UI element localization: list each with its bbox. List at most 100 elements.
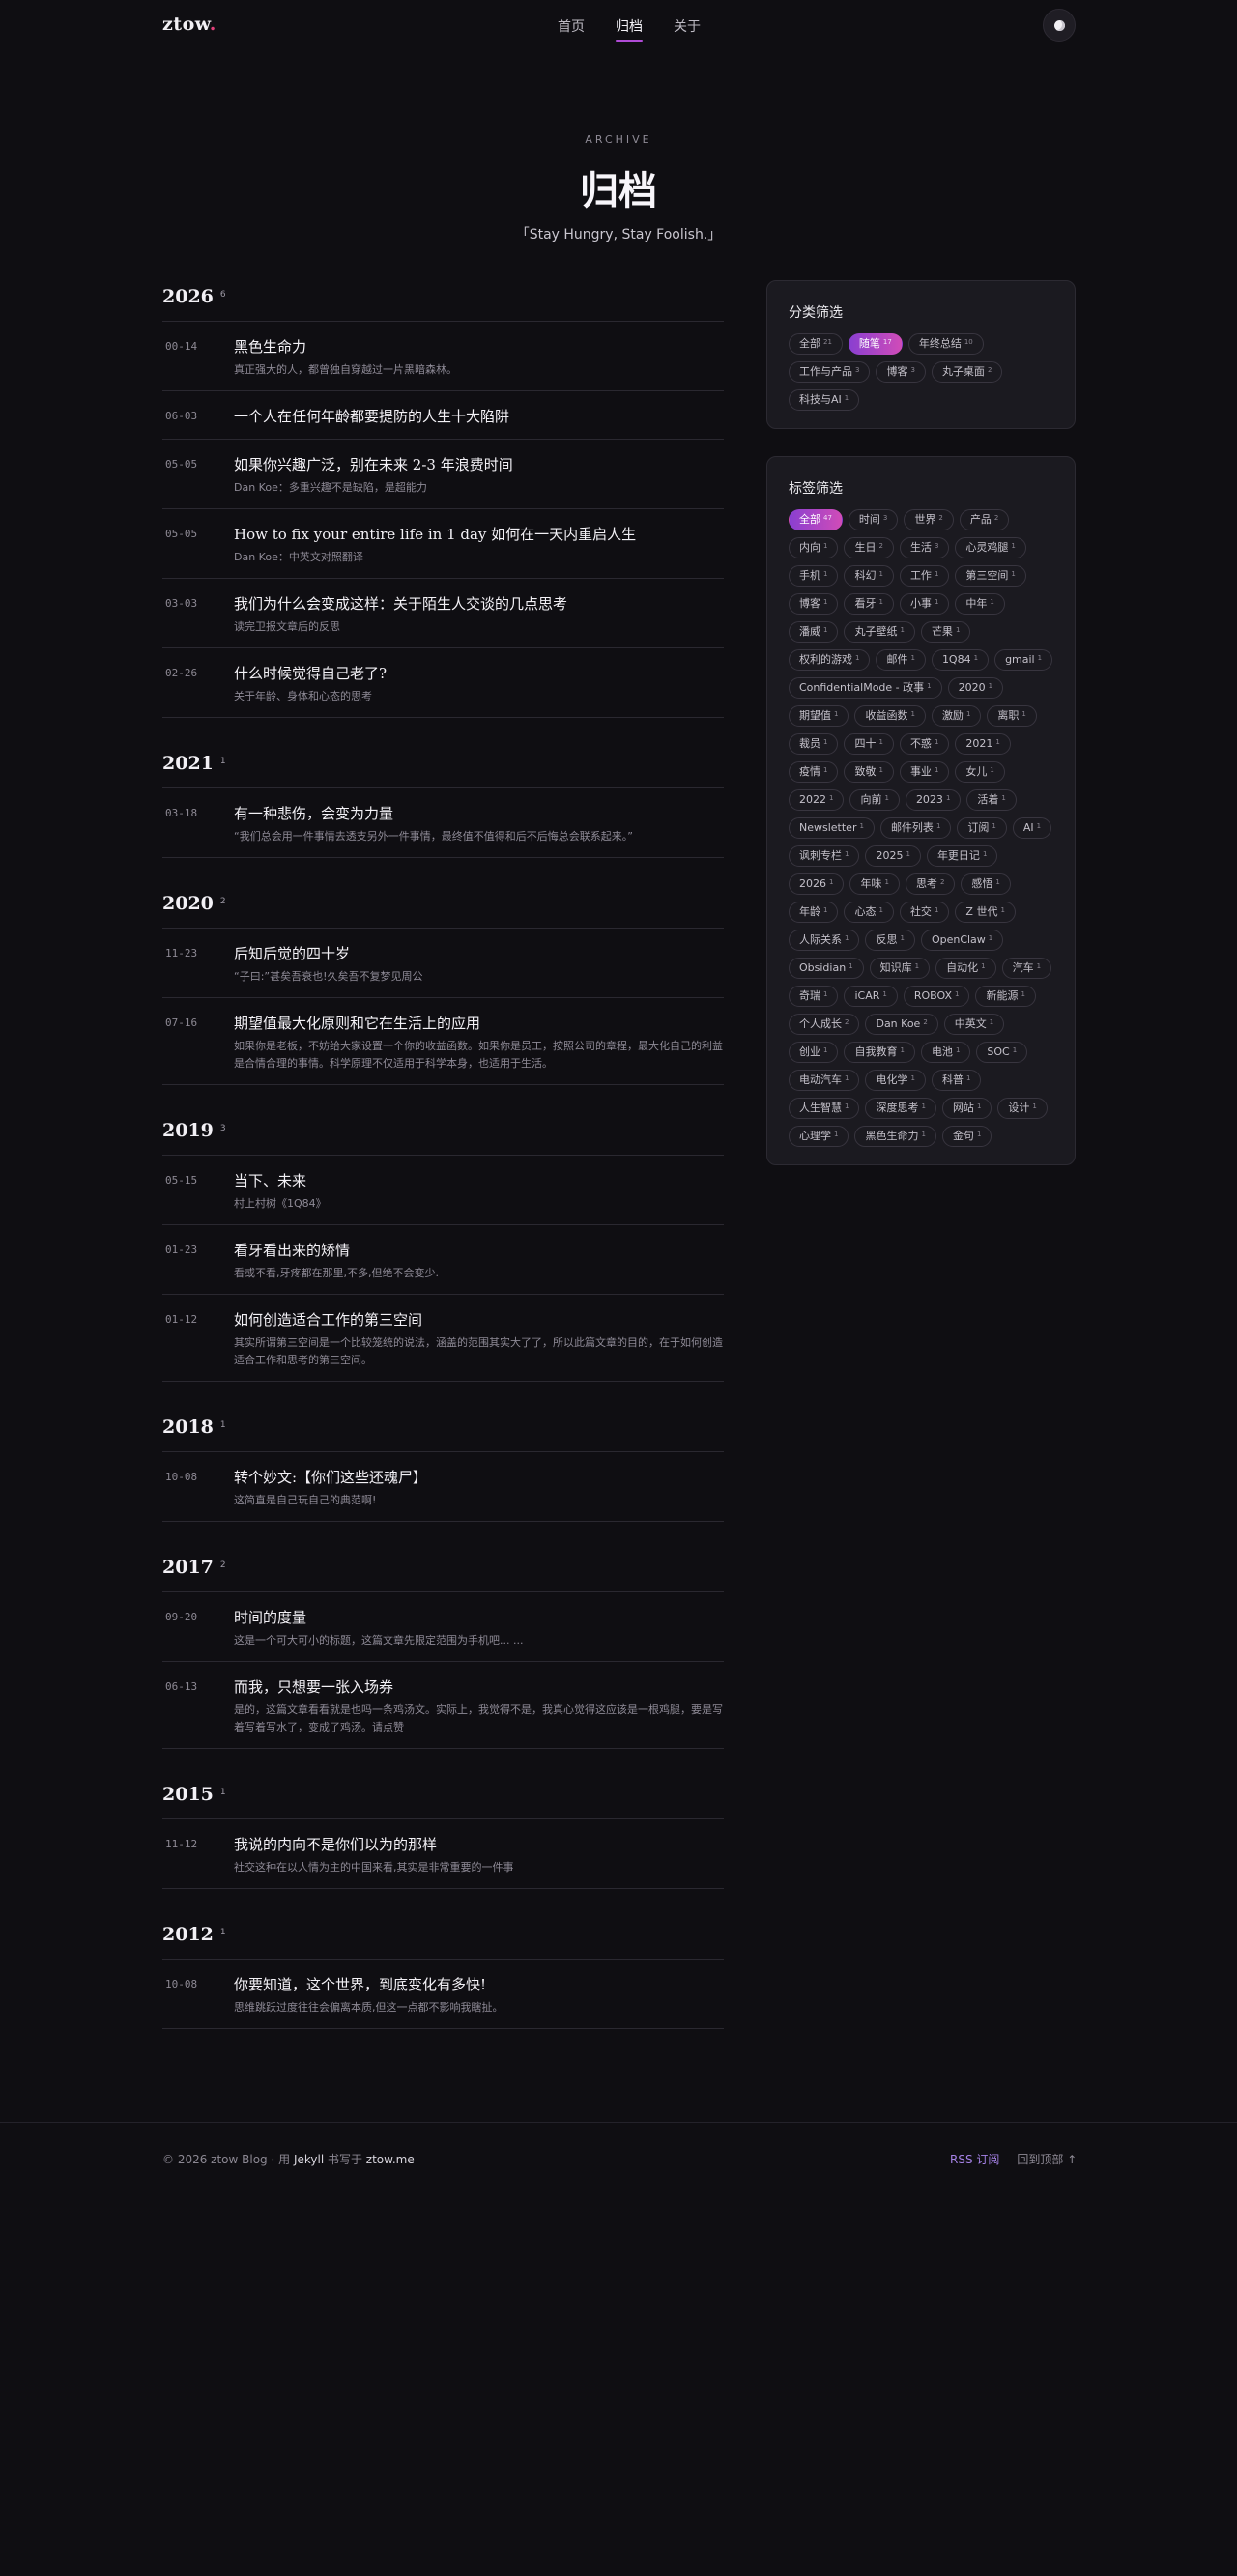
tag-chip[interactable]: 感悟 1	[961, 873, 1011, 895]
tag-chip[interactable]: 女儿 1	[955, 761, 1005, 783]
nav-home-link[interactable]: 首页	[558, 16, 585, 42]
rss-subscribe-link[interactable]: RSS 订阅	[950, 2151, 999, 2167]
tag-chip[interactable]: Obsidian 1	[789, 958, 864, 979]
tag-chip[interactable]: 电化学 1	[865, 1070, 926, 1091]
tag-chip[interactable]: 年味 1	[849, 873, 900, 895]
post-row[interactable]: 11-12 我说的内向不是你们以为的那样 社交这种在以人情为主的中国来看,其实是非常…	[162, 1819, 724, 1889]
tag-chip[interactable]: 心态 1	[844, 902, 894, 923]
tag-chip[interactable]: 人际关系 1	[789, 930, 860, 951]
tag-chip[interactable]: 邮件列表 1	[879, 817, 952, 839]
tag-chip[interactable]: 离职 1	[987, 705, 1037, 727]
tag-chip[interactable]: 电动汽车 1	[789, 1070, 860, 1091]
post-title-link[interactable]: How to fix your entire life in 1 day 如何在…	[234, 525, 724, 545]
post-title-link[interactable]: 我说的内向不是你们以为的那样	[234, 1835, 724, 1855]
tag-chip[interactable]: gmail 1	[994, 649, 1053, 671]
tag-chip[interactable]: 订阅 1	[957, 817, 1007, 839]
tag-chip[interactable]: 中英文 1	[943, 1014, 1005, 1035]
tag-chip[interactable]: 创业 1	[789, 1042, 839, 1063]
tag-chip[interactable]: 科幻 1	[844, 565, 894, 587]
tag-chip[interactable]: 设计 1	[997, 1098, 1048, 1119]
tag-chip[interactable]: 世界 2	[904, 509, 954, 530]
theme-toggle-button[interactable]	[1043, 9, 1076, 42]
footer-engine-link[interactable]: Jekyll	[294, 2153, 324, 2166]
tag-chip[interactable]: 汽车 1	[1001, 958, 1052, 979]
nav-about-link[interactable]: 关于	[674, 16, 701, 42]
post-title-link[interactable]: 什么时候觉得自己老了?	[234, 664, 724, 684]
post-title-link[interactable]: 你要知道，这个世界，到底变化有多快!	[234, 1975, 724, 1995]
tag-chip[interactable]: 知识库 1	[869, 958, 931, 979]
tag-chip[interactable]: 博客 1	[789, 593, 839, 615]
category-chip[interactable]: 随笔 17	[848, 333, 903, 355]
post-row[interactable]: 03-03 我们为什么会变成这样：关于陌生人交谈的几点思考 读完卫报文章后的反思	[162, 579, 724, 648]
tag-chip[interactable]: SOC 1	[976, 1042, 1028, 1063]
nav-archive-link[interactable]: 归档	[616, 16, 643, 42]
tag-chip[interactable]: AI 1	[1012, 817, 1052, 839]
tag-chip[interactable]: 四十 1	[844, 733, 894, 755]
tag-chip[interactable]: 时间 3	[848, 509, 899, 530]
tag-chip[interactable]: 自动化 1	[935, 958, 996, 979]
tag-chip[interactable]: 看牙 1	[844, 593, 894, 615]
post-row[interactable]: 05-05 How to fix your entire life in 1 da…	[162, 509, 724, 579]
post-row[interactable]: 05-05 如果你兴趣广泛，别在未来 2-3 年浪费时间 Dan Koe：多重兴趣不…	[162, 440, 724, 509]
tag-chip[interactable]: 向前 1	[849, 789, 900, 811]
post-title-link[interactable]: 当下、未来	[234, 1171, 724, 1191]
tag-chip[interactable]: 生日 2	[844, 537, 894, 558]
tag-chip[interactable]: 科普 1	[931, 1070, 982, 1091]
post-title-link[interactable]: 黑色生命力	[234, 337, 724, 358]
tag-chip[interactable]: 事业 1	[899, 761, 950, 783]
post-row[interactable]: 09-20 时间的度量 这是一个可大可小的标题，这篇文章先限定范围为手机吧... .…	[162, 1592, 724, 1662]
category-chip[interactable]: 全部 21	[789, 333, 843, 355]
tag-chip[interactable]: 2020 1	[947, 677, 1004, 699]
tag-chip[interactable]: 电池 1	[920, 1042, 971, 1063]
tag-chip[interactable]: 思考 2	[905, 873, 956, 895]
post-row[interactable]: 07-16 期望值最大化原则和它在生活上的应用 如果你是老板，不妨给大家设置一个你的…	[162, 998, 724, 1085]
tag-chip[interactable]: 网站 1	[941, 1098, 992, 1119]
tag-chip[interactable]: 疫情 1	[789, 761, 839, 783]
tag-chip[interactable]: 丸子壁纸 1	[844, 621, 915, 643]
post-title-link[interactable]: 一个人在任何年龄都要提防的人生十大陷阱	[234, 407, 724, 427]
post-row[interactable]: 06-13 而我，只想要一张入场券 是的，这篇文章看看就是也吗一条鸡汤文。实际上，我…	[162, 1662, 724, 1749]
tag-chip[interactable]: 全部 47	[789, 509, 843, 530]
category-chip[interactable]: 工作与产品 3	[789, 361, 871, 383]
tag-chip[interactable]: 芒果 1	[920, 621, 971, 643]
post-row[interactable]: 10-08 你要知道，这个世界，到底变化有多快! 思维跳跃过度往往会偏离本质,但这一…	[162, 1960, 724, 2029]
tag-chip[interactable]: 激励 1	[931, 705, 982, 727]
tag-chip[interactable]: 邮件 1	[876, 649, 926, 671]
post-row[interactable]: 05-15 当下、未来 村上村树《1Q84》	[162, 1156, 724, 1225]
post-row[interactable]: 02-26 什么时候觉得自己老了? 关于年龄、身体和心态的思考	[162, 648, 724, 718]
footer-domain-link[interactable]: ztow.me	[366, 2153, 415, 2166]
tag-chip[interactable]: 致敬 1	[844, 761, 894, 783]
post-title-link[interactable]: 如何创造适合工作的第三空间	[234, 1310, 724, 1331]
tag-chip[interactable]: 新能源 1	[975, 986, 1036, 1007]
post-title-link[interactable]: 而我，只想要一张入场券	[234, 1677, 724, 1698]
post-title-link[interactable]: 如果你兴趣广泛，别在未来 2-3 年浪费时间	[234, 455, 724, 475]
tag-chip[interactable]: 心灵鸡腿 1	[955, 537, 1026, 558]
tag-chip[interactable]: 2022 1	[789, 789, 845, 811]
tag-chip[interactable]: 收益函数 1	[854, 705, 926, 727]
post-row[interactable]: 01-12 如何创造适合工作的第三空间 其实所谓第三空间是一个比较笼统的说法，涵盖的…	[162, 1295, 724, 1382]
tag-chip[interactable]: 小事 1	[899, 593, 950, 615]
tag-chip[interactable]: 社交 1	[899, 902, 950, 923]
tag-chip[interactable]: 深度思考 1	[865, 1098, 936, 1119]
post-row[interactable]: 10-08 转个妙文:【你们这些还魂尸】 这简直是自己玩自己的典范啊!	[162, 1452, 724, 1522]
tag-chip[interactable]: 讽刺专栏 1	[789, 845, 860, 867]
tag-chip[interactable]: 年龄 1	[789, 902, 839, 923]
tag-chip[interactable]: 2023 1	[905, 789, 962, 811]
post-title-link[interactable]: 后知后觉的四十岁	[234, 944, 724, 964]
tag-chip[interactable]: 2025 1	[865, 845, 921, 867]
category-chip[interactable]: 科技与AI 1	[789, 389, 860, 411]
tag-chip[interactable]: ROBOX 1	[903, 986, 970, 1007]
post-row[interactable]: 11-23 后知后觉的四十岁 “子曰:”甚矣吾衰也!久矣吾不复梦见周公	[162, 929, 724, 998]
tag-chip[interactable]: OpenClaw 1	[920, 930, 1004, 951]
tag-chip[interactable]: 年更日记 1	[926, 845, 998, 867]
tag-chip[interactable]: 个人成长 2	[789, 1014, 860, 1035]
tag-chip[interactable]: 奇瑞 1	[789, 986, 839, 1007]
tag-chip[interactable]: Z 世代 1	[955, 902, 1016, 923]
post-title-link[interactable]: 我们为什么会变成这样：关于陌生人交谈的几点思考	[234, 594, 724, 615]
tag-chip[interactable]: 手机 1	[789, 565, 839, 587]
tag-chip[interactable]: ConfidentialMode - 政事 1	[789, 677, 942, 699]
tag-chip[interactable]: 活着 1	[966, 789, 1017, 811]
tag-chip[interactable]: Newsletter 1	[789, 817, 875, 839]
tag-chip[interactable]: 生活 3	[899, 537, 950, 558]
tag-chip[interactable]: 1Q84 1	[931, 649, 990, 671]
